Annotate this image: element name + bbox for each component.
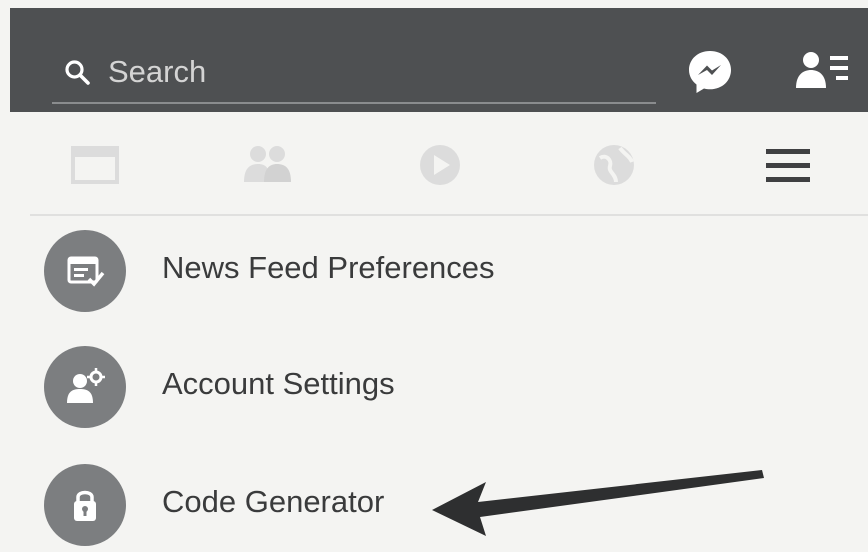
menu-item-account-settings[interactable]: Account Settings [40, 342, 840, 434]
account-settings-icon [44, 346, 126, 428]
menu-icon[interactable] [760, 140, 816, 190]
tab-bar-divider [30, 214, 868, 216]
menu-item-news-feed-preferences[interactable]: News Feed Preferences [40, 226, 840, 318]
news-feed-icon[interactable] [68, 140, 124, 190]
messenger-icon[interactable] [686, 48, 734, 96]
news-feed-preferences-icon [44, 230, 126, 312]
pointer-arrow-annotation [432, 470, 764, 536]
top-navigation-bar [10, 8, 868, 112]
friends-icon[interactable] [240, 140, 296, 190]
search-bar[interactable] [52, 38, 656, 104]
tab-bar [10, 120, 868, 214]
friend-requests-icon[interactable] [796, 50, 850, 90]
search-input[interactable] [108, 52, 628, 92]
menu-item-label: Code Generator [162, 484, 385, 519]
video-icon[interactable] [412, 140, 468, 190]
menu-item-label: News Feed Preferences [162, 250, 495, 285]
menu-item-label: Account Settings [162, 366, 395, 401]
search-icon [65, 60, 90, 85]
notifications-globe-icon[interactable] [586, 140, 642, 190]
lock-icon [44, 464, 126, 546]
